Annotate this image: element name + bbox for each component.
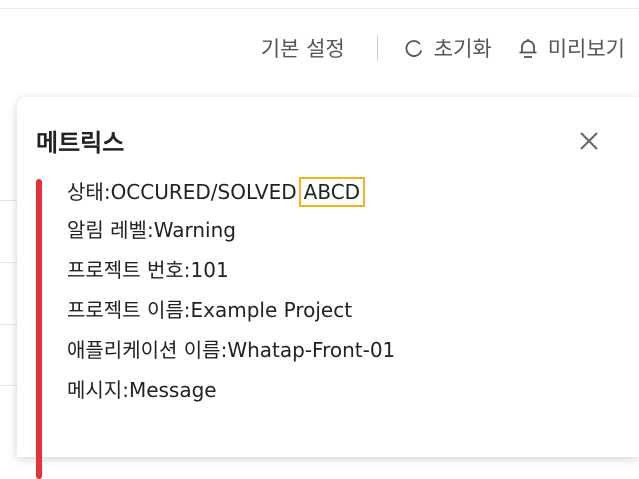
reset-label: 초기화 bbox=[433, 36, 492, 61]
row-label: 프로젝트 번호 bbox=[67, 258, 184, 282]
row-value: Warning bbox=[153, 218, 236, 242]
row-value: OCCURED/SOLVED bbox=[110, 180, 297, 204]
row-project-number: 프로젝트 번호:101 bbox=[67, 258, 229, 282]
highlighted-variable: ABCD bbox=[298, 177, 366, 207]
default-settings-label: 기본 설정 bbox=[260, 36, 345, 61]
reset-icon bbox=[402, 36, 426, 60]
row-label: 메시지 bbox=[67, 378, 123, 402]
row-status: 상태:OCCURED/SOLVED ABCD bbox=[67, 177, 395, 217]
preview-label: 미리보기 bbox=[547, 36, 625, 61]
message-rows: 상태:OCCURED/SOLVED ABCD 알림 레벨:Warning 프로젝트… bbox=[67, 177, 395, 417]
popup-title: 메트릭스 bbox=[36, 129, 125, 157]
row-alert-level: 알림 레벨:Warning bbox=[67, 218, 236, 242]
toolbar: 기본 설정 초기화 미리보기 bbox=[0, 0, 639, 95]
row-label: 상태 bbox=[67, 180, 104, 204]
severity-accent-bar bbox=[36, 179, 42, 479]
row-label: 알림 레벨 bbox=[67, 218, 147, 242]
metrics-popup: 메트릭스 상태:OCCURED/SOLVED ABCD 알림 레벨:Warning… bbox=[17, 97, 639, 479]
row-label: 프로젝트 이름 bbox=[67, 298, 184, 322]
row-message: 메시지:Message bbox=[67, 378, 217, 402]
reset-button[interactable]: 초기화 bbox=[402, 33, 492, 63]
row-application-name: 애플리케이션 이름:Whatap-Front-01 bbox=[67, 338, 396, 362]
preview-button[interactable]: 미리보기 bbox=[516, 33, 625, 63]
bell-icon bbox=[516, 36, 540, 60]
row-value: Example Project bbox=[190, 298, 353, 322]
row-project-name: 프로젝트 이름:Example Project bbox=[67, 298, 353, 322]
row-value: Message bbox=[128, 378, 217, 402]
row-label: 애플리케이션 이름 bbox=[67, 338, 221, 362]
default-settings-button[interactable]: 기본 설정 bbox=[261, 33, 345, 63]
row-value: 101 bbox=[190, 258, 229, 282]
toolbar-separator bbox=[376, 34, 378, 61]
row-value: Whatap-Front-01 bbox=[227, 338, 396, 362]
close-button[interactable] bbox=[579, 131, 599, 151]
close-icon bbox=[580, 132, 598, 150]
